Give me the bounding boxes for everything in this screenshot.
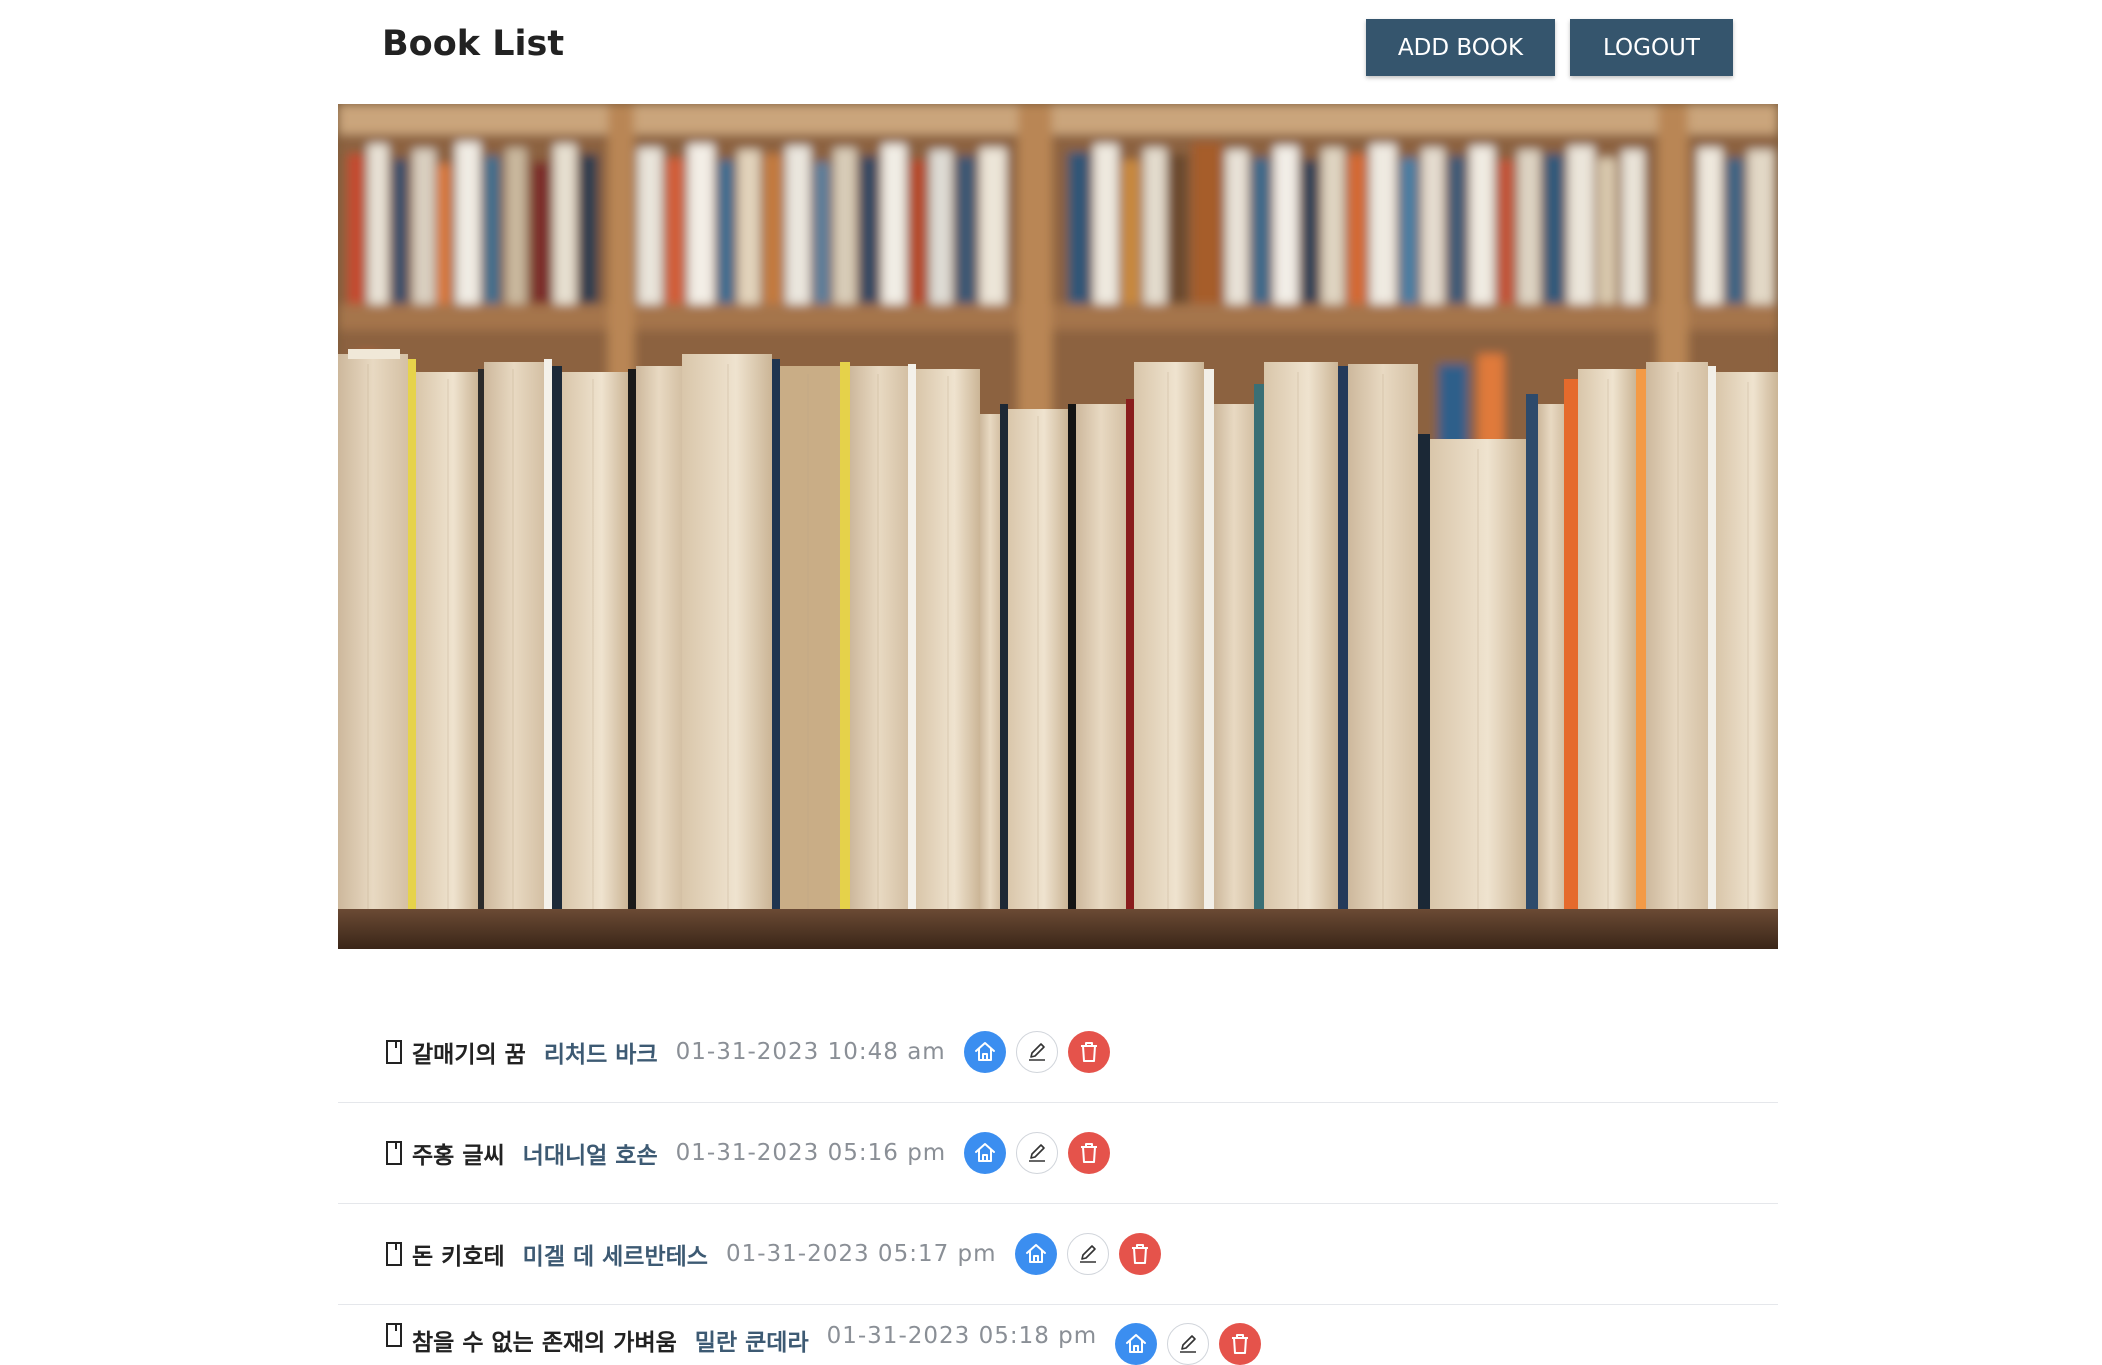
book-icon [386, 1323, 402, 1347]
trash-icon[interactable] [1219, 1323, 1262, 1365]
add-book-button[interactable]: ADD BOOK [1366, 19, 1555, 76]
header: Book List ADD BOOK LOGOUT [338, 0, 1778, 104]
pencil-icon[interactable] [1066, 1233, 1109, 1275]
list-item: 돈 키호테 미겔 데 세르반테스 01-31-2023 05:17 pm [338, 1204, 1778, 1305]
logout-button[interactable]: LOGOUT [1570, 19, 1733, 76]
page-title: Book List [382, 24, 565, 64]
book-date: 01-31-2023 05:16 pm [675, 1140, 947, 1166]
book-author: 너대니얼 호손 [522, 1143, 658, 1169]
book-date: 01-31-2023 10:48 am [675, 1039, 946, 1065]
book-author: 리처드 바크 [543, 1042, 658, 1068]
home-icon[interactable] [1014, 1233, 1057, 1275]
pencil-icon[interactable] [1016, 1132, 1059, 1174]
hero-bookshelf-image [338, 104, 1778, 949]
home-icon[interactable] [964, 1132, 1007, 1174]
book-title[interactable]: 돈 키호테 [412, 1237, 505, 1271]
list-item: 주홍 글씨 너대니얼 호손 01-31-2023 05:16 pm [338, 1103, 1778, 1204]
book-title[interactable]: 갈매기의 꿈 [412, 1035, 526, 1069]
book-author: 밀란 쿤데라 [694, 1330, 809, 1356]
pencil-icon[interactable] [1015, 1031, 1058, 1073]
list-item: 갈매기의 꿈 리처드 바크 01-31-2023 10:48 am [338, 1002, 1778, 1103]
home-icon[interactable] [1115, 1323, 1158, 1365]
book-icon [386, 1141, 402, 1165]
book-date: 01-31-2023 05:17 pm [725, 1241, 997, 1267]
home-icon[interactable] [963, 1031, 1006, 1073]
pencil-icon[interactable] [1167, 1323, 1210, 1365]
book-icon [386, 1040, 402, 1064]
trash-icon[interactable] [1068, 1132, 1111, 1174]
page-container: Book List ADD BOOK LOGOUT 갈매기의 꿈 리처드 바크 … [338, 0, 1778, 1365]
book-title[interactable]: 주홍 글씨 [412, 1136, 505, 1170]
list-item: 참을 수 없는 존재의 가벼움 밀란 쿤데라 01-31-2023 05:18 … [338, 1305, 1778, 1365]
book-list: 갈매기의 꿈 리처드 바크 01-31-2023 10:48 am 주홍 글씨 … [338, 1002, 1778, 1365]
book-author: 미겔 데 세르반테스 [522, 1244, 708, 1270]
trash-icon[interactable] [1118, 1233, 1161, 1275]
book-date: 01-31-2023 05:18 pm [826, 1323, 1098, 1349]
trash-icon[interactable] [1067, 1031, 1110, 1073]
book-title[interactable]: 참을 수 없는 존재의 가벼움 [412, 1323, 677, 1357]
book-icon [386, 1242, 402, 1266]
